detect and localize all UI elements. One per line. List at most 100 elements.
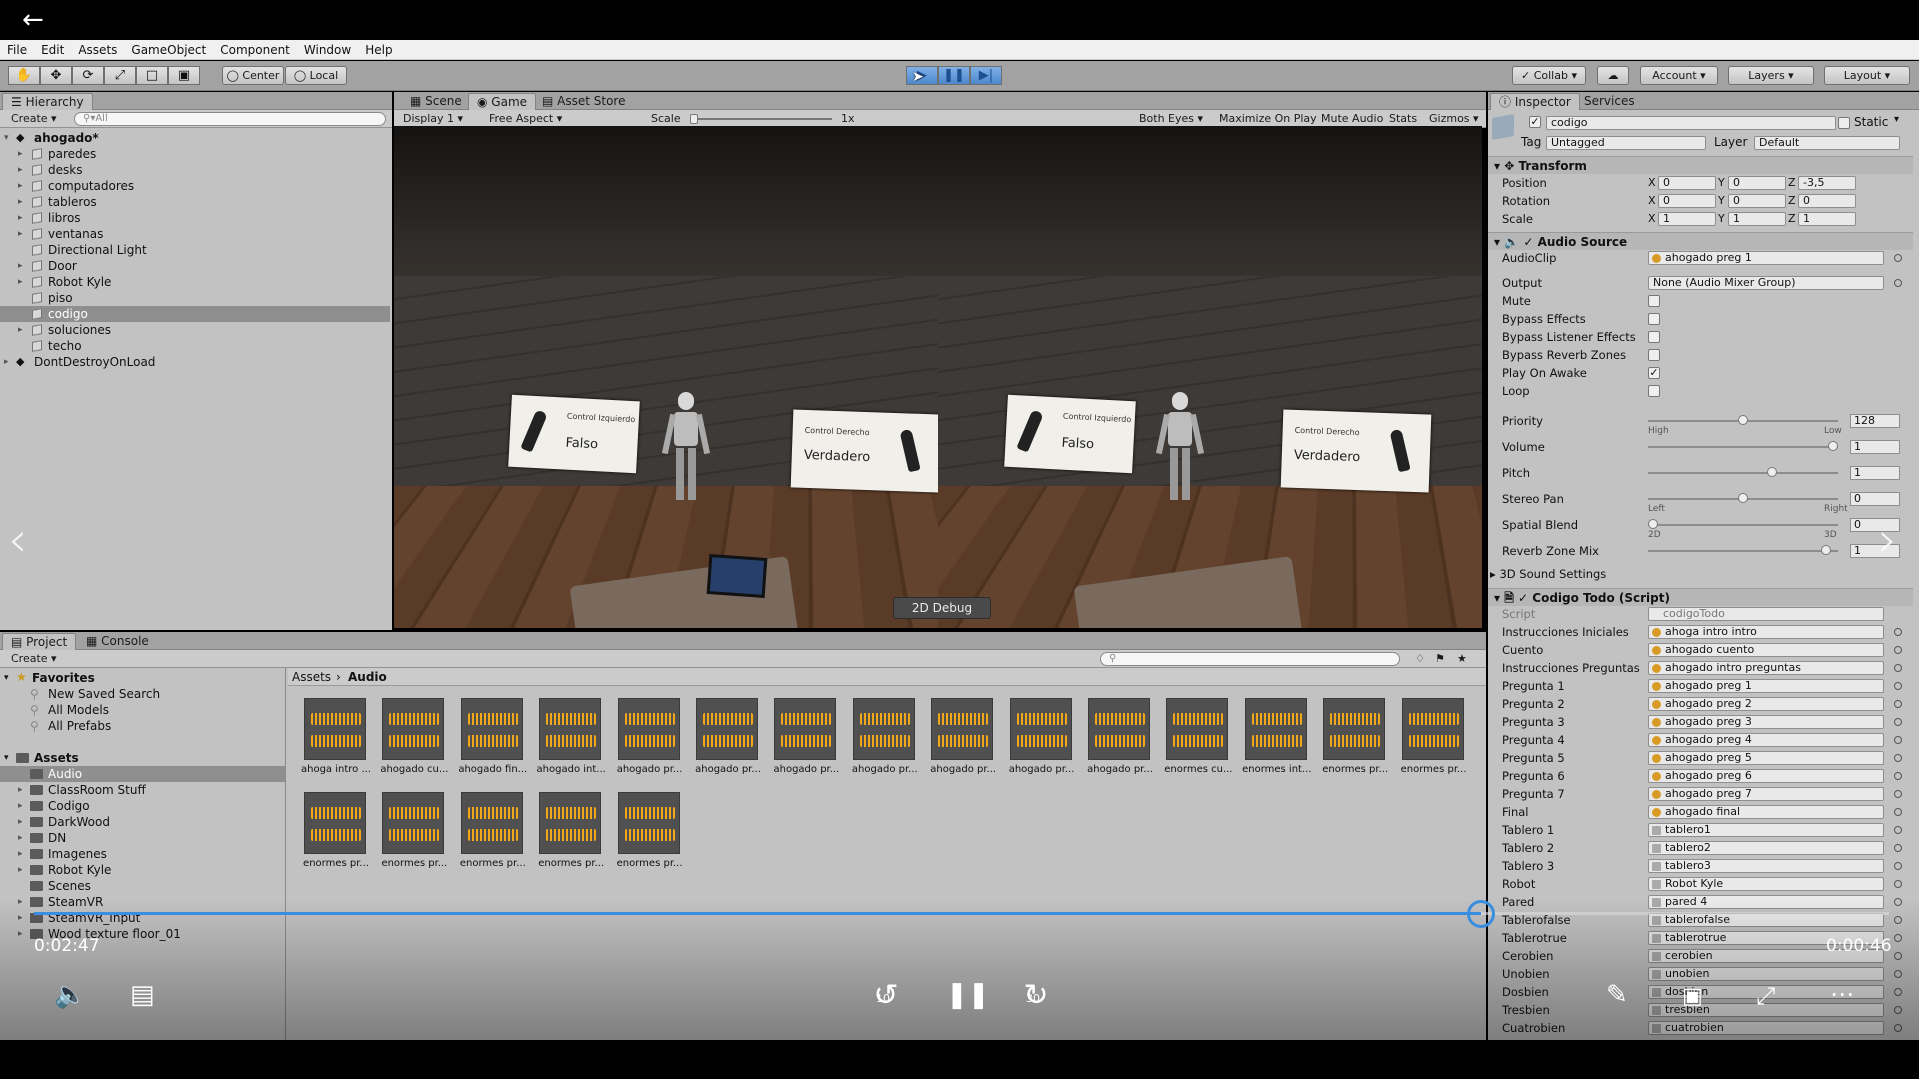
audio-toggle-checkbox[interactable]: ✓ — [1648, 367, 1660, 379]
audio-slider-value[interactable]: 128 — [1850, 414, 1900, 428]
stats-toggle[interactable]: Stats — [1384, 111, 1422, 127]
hierarchy-item[interactable]: ▸ soluciones — [0, 322, 390, 338]
expand-arrow-icon[interactable]: ▸ — [18, 322, 28, 338]
script-field-value[interactable]: Robot Kyle — [1648, 877, 1884, 891]
script-field-value[interactable]: ahogado intro preguntas — [1648, 661, 1884, 675]
hand-tool-icon[interactable]: ✋ — [8, 66, 40, 85]
audio-asset-tile[interactable]: ahogado cu... — [380, 698, 448, 788]
captions-icon[interactable]: ▤ — [130, 980, 155, 1010]
tab-game[interactable]: ◉ Game — [468, 93, 537, 110]
scale-x-field[interactable]: 1 — [1658, 212, 1716, 226]
object-name-field[interactable]: codigo — [1546, 116, 1836, 130]
step-icon[interactable]: ▶| — [970, 66, 1002, 85]
audio-slider-knob[interactable] — [1766, 467, 1777, 477]
audio-slider-track[interactable] — [1648, 519, 1838, 529]
hierarchy-item[interactable]: ▸ Door — [0, 258, 390, 274]
audio-asset-tile[interactable]: ahogado pr... — [852, 698, 919, 788]
audio-asset-tile[interactable]: ahogado pr... — [617, 698, 684, 788]
expand-arrow-icon[interactable]: ▸ — [18, 814, 23, 830]
folder-item[interactable]: ▸ Robot Kyle — [0, 862, 285, 878]
move-tool-icon[interactable]: ✥ — [40, 66, 72, 85]
audio-asset-tile[interactable]: ahogado pr... — [1009, 698, 1076, 788]
expand-arrow-icon[interactable]: ▸ — [18, 846, 23, 862]
script-field-value[interactable]: ahogado preg 1 — [1648, 679, 1884, 693]
object-picker-icon[interactable] — [1894, 862, 1902, 870]
seek-bar-remaining[interactable] — [1481, 912, 1889, 915]
active-checkbox[interactable]: ✓ — [1529, 116, 1541, 128]
audio-asset-tile[interactable]: ahogado fin... — [458, 698, 527, 788]
script-field-value[interactable]: ahogado preg 3 — [1648, 715, 1884, 729]
audio-slider-track[interactable] — [1648, 441, 1838, 451]
object-picker-icon[interactable] — [1894, 682, 1902, 690]
breadcrumb-audio[interactable]: Audio — [348, 668, 387, 686]
rotation-x-field[interactable]: 0 — [1658, 194, 1716, 208]
aspect-dropdown[interactable]: Free Aspect ▾ — [484, 111, 640, 127]
hierarchy-item[interactable]: ▸ ventanas — [0, 226, 390, 242]
folder-item[interactable]: ▸ DN — [0, 830, 285, 846]
previous-arrow-icon[interactable]: ‹ — [8, 512, 27, 568]
folder-item[interactable]: ▸ DarkWood — [0, 814, 285, 830]
object-picker-icon[interactable] — [1894, 880, 1902, 888]
expand-arrow-icon[interactable]: ▸ — [18, 146, 28, 162]
script-field-value[interactable]: tablero2 — [1648, 841, 1884, 855]
gizmos-dropdown[interactable]: Gizmos ▾ — [1424, 111, 1484, 127]
scene-root-row[interactable]: ▾ ◆ ahogado* — [0, 130, 390, 146]
audio-toggle-checkbox[interactable] — [1648, 331, 1660, 343]
object-picker-icon[interactable] — [1894, 628, 1902, 636]
folder-item[interactable]: ▸ Imagenes — [0, 846, 285, 862]
assets-header[interactable]: ▾ Assets — [0, 750, 285, 766]
tag-dropdown[interactable]: Untagged — [1546, 136, 1706, 150]
back-arrow-icon[interactable]: ← — [22, 6, 44, 34]
breadcrumb-assets[interactable]: Assets — [292, 668, 331, 686]
object-picker-icon[interactable] — [1894, 718, 1902, 726]
script-field-value[interactable]: ahoga intro intro — [1648, 625, 1884, 639]
audio-slider-track[interactable] — [1648, 415, 1838, 425]
game-view[interactable]: Control Izquierdo Falso Control Derecho … — [394, 126, 1482, 628]
object-picker-icon[interactable] — [1894, 254, 1902, 262]
expand-arrow-icon[interactable]: ▸ — [18, 258, 28, 274]
favorite-item[interactable]: ⚲ All Prefabs — [0, 718, 285, 734]
hierarchy-item[interactable]: ▸ tableros — [0, 194, 390, 210]
audio-slider-knob[interactable] — [1738, 493, 1748, 503]
skip-forward-button[interactable]: ↻ 30 — [1014, 978, 1058, 1013]
audio-toggle-checkbox[interactable] — [1648, 295, 1660, 307]
tab-services[interactable]: Services — [1576, 93, 1643, 110]
transform-component-header[interactable]: ▾ ✥ Transform — [1488, 156, 1913, 174]
more-options-icon[interactable]: ⋯ — [1830, 980, 1854, 1008]
object-picker-icon[interactable] — [1894, 736, 1902, 744]
audio-asset-tile[interactable]: enormes pr... — [381, 792, 448, 882]
hierarchy-create-button[interactable]: Create ▾ — [6, 111, 62, 127]
dontdestroyonload-row[interactable]: ▸ ◆ DontDestroyOnLoad — [0, 354, 390, 370]
pencil-icon[interactable]: ✎ — [1606, 980, 1628, 1010]
position-z-field[interactable]: -3,5 — [1798, 176, 1856, 190]
script-field-value[interactable]: ahogado cuento — [1648, 643, 1884, 657]
position-x-field[interactable]: 0 — [1658, 176, 1716, 190]
project-create-button[interactable]: Create ▾ — [6, 651, 62, 667]
audio-asset-tile[interactable]: enormes pr... — [538, 792, 605, 882]
both-eyes-dropdown[interactable]: Both Eyes ▾ — [1134, 111, 1208, 127]
output-field[interactable]: None (Audio Mixer Group) — [1648, 276, 1884, 290]
favorites-header[interactable]: ▾ ★ Favorites — [0, 670, 285, 686]
folder-item[interactable]: ▸ ClassRoom Stuff — [0, 782, 285, 798]
rect-tool-icon[interactable]: □ — [136, 66, 168, 85]
space-toggle-button[interactable]: ◯ Local — [285, 66, 347, 85]
hierarchy-item[interactable]: ▸ desks — [0, 162, 390, 178]
pause-icon[interactable]: ❚❚ — [938, 66, 970, 85]
menu-gameobject[interactable]: GameObject — [124, 40, 213, 60]
audio-asset-tile[interactable]: enormes pr... — [617, 792, 684, 882]
maximize-on-play-toggle[interactable]: Maximize On Play — [1214, 111, 1322, 127]
audio-slider-track[interactable] — [1648, 545, 1838, 555]
pivot-toggle-button[interactable]: ◯ Center — [222, 66, 284, 85]
hierarchy-item[interactable]: techo — [0, 338, 390, 354]
2d-debug-button[interactable]: 2D Debug — [893, 597, 991, 619]
object-picker-icon[interactable] — [1894, 772, 1902, 780]
position-y-field[interactable]: 0 — [1728, 176, 1786, 190]
object-picker-icon[interactable] — [1894, 790, 1902, 798]
audio-slider-knob[interactable] — [1738, 415, 1748, 425]
rotate-tool-icon[interactable]: ⟳ — [72, 66, 104, 85]
tab-asset-store[interactable]: ▤ Asset Store — [534, 93, 634, 110]
filter-label-icon[interactable]: ⚑ — [1430, 651, 1450, 667]
transform-tool-icon[interactable]: ▣ — [168, 66, 200, 85]
expand-arrow-icon[interactable]: ▸ — [18, 178, 28, 194]
mini-view-icon[interactable]: ▣ — [1682, 984, 1703, 1009]
